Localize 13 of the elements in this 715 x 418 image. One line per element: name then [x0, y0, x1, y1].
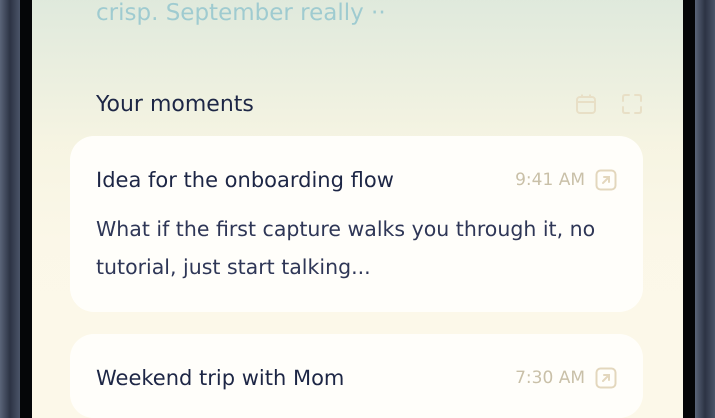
open-icon[interactable] [595, 169, 617, 191]
moment-card[interactable]: Idea for the onboarding flow 9:41 AM What if the first capture walks you through it, no tutorial, just start talking... [70, 136, 643, 312]
calendar-icon[interactable] [575, 93, 597, 115]
moment-text: What if the first capture walks you through it, no tutorial, just start talking... [96, 216, 596, 281]
moment-title: Idea for the onboarding flow [96, 167, 395, 194]
moment-card[interactable]: Weekend trip with Mom 7:30 AM [70, 334, 643, 418]
moment-title: Weekend trip with Mom [96, 365, 346, 392]
intro-text: crisp. September really ·· [96, 0, 387, 26]
moment-time: 7:30 AM [515, 368, 585, 388]
section-title: Your moments [96, 92, 255, 116]
open-icon[interactable] [595, 367, 617, 389]
moment-time: 9:41 AM [515, 170, 585, 190]
fullscreen-icon[interactable] [621, 93, 643, 115]
